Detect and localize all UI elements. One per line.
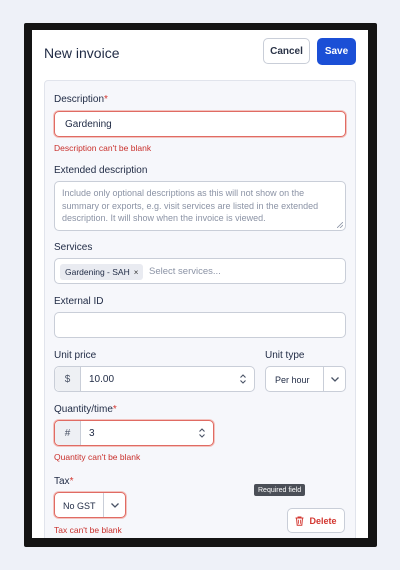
services-placeholder: Select services... [149,266,221,277]
description-error: Description can't be blank [54,143,152,153]
delete-button[interactable]: Delete [287,508,345,533]
tax-select[interactable]: No GST [54,492,126,518]
external-id-input[interactable] [54,312,346,338]
chip-remove-icon[interactable]: × [134,268,139,277]
invoice-screen: New invoice Cancel Save Description* Gar… [32,30,368,538]
quantity-value: 3 [89,428,95,439]
quantity-label: Quantity/time* [54,404,117,415]
invoice-form: Description* Gardening Description can't… [44,80,356,538]
description-label: Description* [54,94,108,105]
unit-price-label: Unit price [54,350,97,361]
save-button[interactable]: Save [317,38,356,65]
select-divider [323,367,324,391]
chevron-down-icon[interactable] [110,502,120,509]
extended-description-placeholder: Include only optional descriptions as th… [62,188,319,223]
extended-description-label: Extended description [54,165,148,176]
unit-type-select[interactable]: Per hour [265,366,346,392]
services-select[interactable]: Gardening - SAH × Select services... [54,258,346,284]
service-chip: Gardening - SAH × [60,264,144,280]
cancel-button[interactable]: Cancel [263,38,310,64]
page-title: New invoice [44,45,120,61]
chevron-down-icon[interactable] [330,376,340,383]
description-value: Gardening [65,119,112,130]
description-input[interactable]: Gardening [54,111,346,137]
extended-description-textarea[interactable]: Include only optional descriptions as th… [54,181,346,231]
tax-value: No GST [63,501,96,511]
external-id-label: External ID [54,296,104,307]
stepper-icon[interactable] [239,373,247,385]
required-field-tooltip: Required field [254,484,306,496]
unit-price-value: 10.00 [89,374,115,385]
stepper-icon[interactable] [198,427,206,439]
unit-type-label: Unit type [265,350,305,361]
quantity-prefix: # [55,421,81,445]
quantity-error: Quantity can't be blank [54,452,141,462]
unit-price-input[interactable]: $ 10.00 [54,366,255,392]
trash-icon [295,516,304,526]
tax-error: Tax can't be blank [54,525,122,535]
delete-label: Delete [309,515,337,526]
resize-handle-icon[interactable] [337,222,343,228]
quantity-stepper[interactable]: # 3 [54,420,214,446]
select-divider [103,493,104,517]
modal-header: New invoice Cancel Save [32,30,368,78]
service-chip-label: Gardening - SAH [65,267,130,277]
services-label: Services [54,242,93,253]
tax-label: Tax* [54,476,74,487]
unit-type-value: Per hour [275,375,310,385]
currency-prefix: $ [55,367,81,391]
